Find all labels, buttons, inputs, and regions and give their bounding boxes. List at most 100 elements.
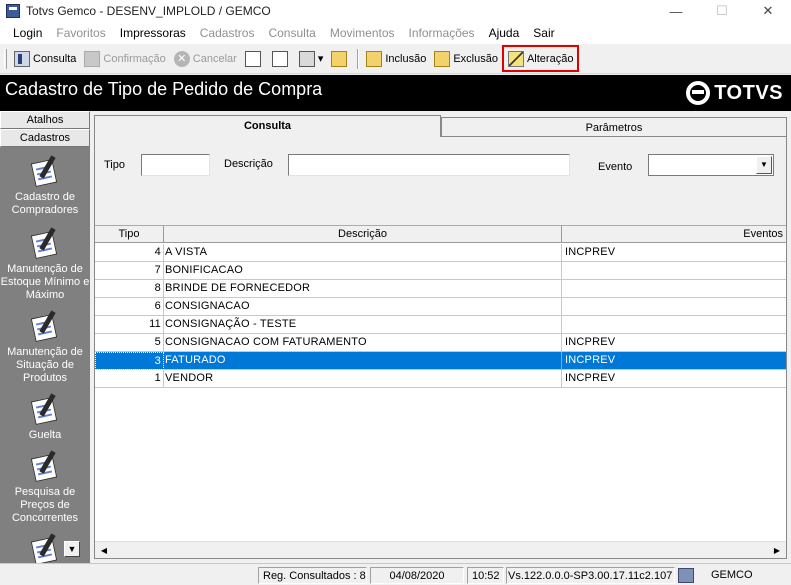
maximize-button[interactable]: ☐ [699, 0, 745, 22]
alteracao-label: Alteração [526, 52, 574, 65]
cell-descricao: CONSIGNACAO COM FATURAMENTO [164, 334, 562, 352]
cell-eventos: INCPREV [565, 372, 616, 384]
close-button[interactable]: ✕ [745, 0, 791, 22]
status-version: Vs.122.0.0.0-SP3.00.17.11c2.107 [506, 567, 675, 584]
horizontal-scrollbar[interactable]: ◀ ▶ [95, 541, 786, 558]
table-row[interactable]: 7 BONIFICACAO [95, 262, 786, 280]
cancelar-label: Cancelar [192, 52, 237, 65]
edit-icon [507, 50, 524, 67]
cell-eventos: INCPREV [565, 246, 616, 258]
alteracao-button[interactable]: Alteração [501, 45, 580, 72]
menu-movimentos[interactable]: Movimentos [323, 26, 402, 40]
cell-tipo: 1 [95, 370, 164, 388]
descricao-input[interactable] [288, 154, 570, 176]
status-time: 10:52 [467, 567, 504, 584]
confirmacao-label: Confirmação [103, 52, 166, 65]
printer-icon [298, 50, 315, 67]
table-row[interactable]: 1 VENDOR INCPREV [95, 370, 786, 388]
sidebar-scroll-down-button[interactable]: ▼ [64, 541, 80, 557]
table-row[interactable]: 6 CONSIGNACAO [95, 298, 786, 316]
sidebar-tab-atalhos[interactable]: Atalhos [0, 111, 90, 129]
form-edit-icon [29, 533, 61, 566]
table-header: Tipo Descrição Eventos [95, 226, 786, 243]
menu-favoritos[interactable]: Favoritos [49, 26, 112, 40]
brand-logo: TOTVS [686, 81, 783, 105]
column-header-descricao[interactable]: Descrição [164, 226, 562, 243]
menu-informacoes[interactable]: Informações [402, 26, 482, 40]
app-icon [6, 4, 20, 18]
tab-bar: Consulta Parâmetros [94, 115, 787, 137]
cell-tipo: 8 [95, 280, 164, 298]
menu-ajuda[interactable]: Ajuda [482, 26, 527, 40]
consulta-button[interactable]: Consulta [10, 47, 80, 71]
exclusao-button[interactable]: Exclusão [430, 47, 502, 71]
exclusao-label: Exclusão [453, 52, 498, 65]
inclusao-button[interactable]: Inclusão [362, 47, 430, 71]
confirmacao-button[interactable]: Confirmação [80, 47, 169, 71]
window-controls: — ☐ ✕ [653, 0, 791, 22]
table-row[interactable]: 5 CONSIGNACAO COM FATURAMENTO INCPREV [95, 334, 786, 352]
cell-descricao: BRINDE DE FORNECEDOR [164, 280, 562, 298]
table-row[interactable]: 4A VISTA INCPREV [95, 244, 786, 262]
tab-parametros[interactable]: Parâmetros [441, 117, 787, 137]
page-title: Cadastro de Tipo de Pedido de Compra [5, 79, 323, 99]
form-edit-icon [29, 450, 61, 483]
tab-consulta[interactable]: Consulta [94, 115, 441, 137]
sidebar-item-situacao[interactable]: Manutenção de Situação de Produtos [0, 310, 90, 393]
sidebar-item-pesquisa[interactable]: Pesquisa de Preços de Concorrentes [0, 450, 90, 533]
menu-bar: Login Favoritos Impressoras Cadastros Co… [0, 22, 791, 44]
menu-sair[interactable]: Sair [526, 26, 561, 40]
save-icon [84, 50, 101, 67]
tipo-label: Tipo [104, 159, 125, 171]
sidebar-tab-cadastros[interactable]: Cadastros [0, 129, 90, 147]
print-dropdown-icon: ▾ [317, 53, 324, 65]
totvs-logo-icon [686, 81, 711, 105]
cell-descricao: CONSIGNAÇÃO - TESTE [164, 316, 562, 334]
copy-icon [271, 50, 288, 67]
menu-login[interactable]: Login [6, 26, 49, 40]
cell-tipo: 6 [95, 298, 164, 316]
consulta-panel: Tipo Descrição Evento ▼ Tipo Descrição E… [94, 136, 787, 559]
sidebar-item-label: Manutenção de Situação de Produtos [7, 346, 83, 384]
preview-button[interactable] [327, 47, 354, 71]
minimize-button[interactable]: — [653, 0, 699, 22]
column-header-eventos[interactable]: Eventos [562, 226, 786, 243]
sidebar-item-label: Pesquisa de Preços de Concorrentes [11, 486, 79, 524]
cell-eventos [562, 280, 786, 298]
brand-name: TOTVS [714, 81, 783, 104]
table-row[interactable]: 3 FATURADO INCPREV [95, 352, 786, 370]
menu-consulta[interactable]: Consulta [261, 26, 322, 40]
tipo-input[interactable] [141, 154, 210, 176]
cell-tipo: 11 [95, 316, 164, 334]
copy-document-button[interactable] [268, 47, 295, 71]
status-records: Reg. Consultados : 8 [258, 567, 367, 584]
cell-descricao: VENDOR [164, 370, 562, 388]
sidebar: Atalhos Cadastros Cadastro de Compradore… [0, 111, 90, 566]
toolbar-separator [357, 48, 360, 69]
cancelar-button[interactable]: ✕ Cancelar [170, 47, 241, 71]
table-row[interactable]: 8 BRINDE DE FORNECEDOR [95, 280, 786, 298]
form-edit-icon [29, 155, 61, 188]
print-button[interactable]: ▾ [295, 47, 328, 71]
sidebar-item-estoque[interactable]: Manutenção de Estoque Mínimo e Máximo [0, 227, 90, 310]
scroll-right-button[interactable]: ▶ [769, 543, 785, 558]
evento-select[interactable]: ▼ [648, 154, 774, 176]
sidebar-shortcuts: Cadastro de Compradores Manutenção de Es… [0, 155, 90, 567]
add-icon [366, 50, 383, 67]
new-document-button[interactable] [241, 47, 268, 71]
preview-icon [331, 50, 348, 67]
cell-eventos [562, 262, 786, 280]
status-bar: Reg. Consultados : 8 04/08/2020 10:52 Vs… [0, 563, 791, 585]
column-header-tipo[interactable]: Tipo [95, 226, 164, 243]
menu-cadastros[interactable]: Cadastros [193, 26, 262, 40]
status-database: GEMCO [711, 569, 753, 581]
menu-impressoras[interactable]: Impressoras [113, 26, 193, 40]
sidebar-item-compradores[interactable]: Cadastro de Compradores [0, 155, 90, 227]
table-row[interactable]: 11 CONSIGNAÇÃO - TESTE [95, 316, 786, 334]
cell-descricao: A VISTA [164, 244, 562, 262]
scroll-left-button[interactable]: ◀ [96, 543, 112, 558]
status-date: 04/08/2020 [370, 567, 464, 584]
toolbar-grip[interactable] [4, 48, 7, 69]
sidebar-item-guelta[interactable]: Guelta [0, 393, 90, 450]
chevron-down-icon[interactable]: ▼ [756, 156, 772, 174]
